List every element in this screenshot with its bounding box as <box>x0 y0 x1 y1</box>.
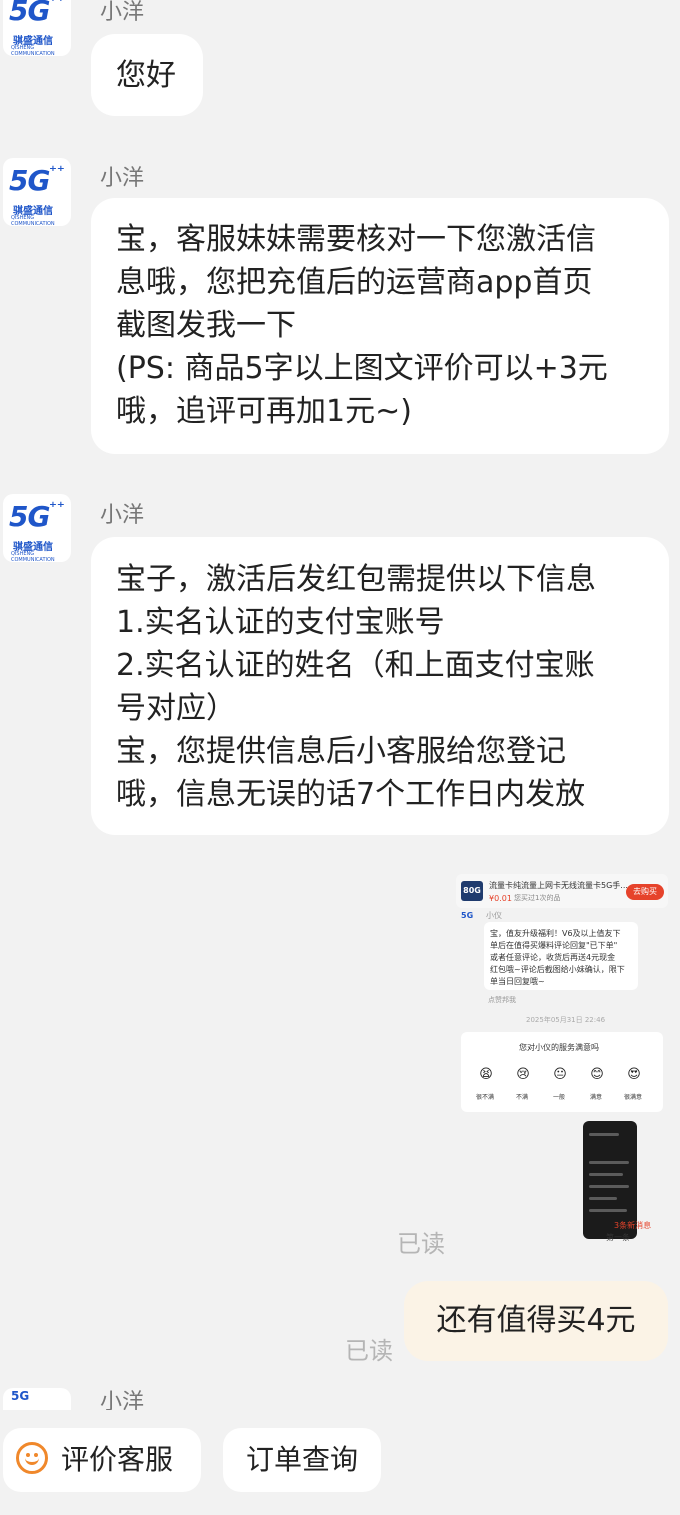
rating-label: 满意 <box>590 1094 603 1101</box>
rate-service-label: 评价客服 <box>61 1443 174 1476</box>
mini-logo: 5G <box>461 911 474 920</box>
agent-message-line: 红包哦~评论后截图给小妹确认，限下 <box>490 965 625 974</box>
timestamp: 2025年05月31日 22:46 <box>526 1016 606 1024</box>
avatar-logo: 5G <box>9 164 50 197</box>
chat-area[interactable]: 5G ⁺⁺ 骐盛通信 QISHENG COMMUNICATION 小洋 您好 5… <box>0 0 680 1410</box>
message-line: 截图发我一下 <box>116 308 296 343</box>
avatar-logo: 5G <box>9 0 50 27</box>
avatar-brand-en: QISHENG COMMUNICATION <box>11 215 55 226</box>
message-line: 息哦，您把充值后的运营商app首页 <box>116 265 593 300</box>
dissatisfied-icon: 😢 <box>516 1067 530 1082</box>
avatar-logo: 5G <box>9 500 50 533</box>
agent-message-card: 宝，值友升级福利！V6及以上值友下 单后在值得买爆料评论回复"已下单" 或者任意… <box>484 922 638 990</box>
agent-avatar[interactable]: 5G ⁺⁺ 骐盛通信 QISHENG COMMUNICATION <box>3 158 71 226</box>
new-messages-badge: 3条新消息 <box>614 1221 652 1230</box>
message-line: 2.实名认证的姓名（和上面支付宝账 <box>116 648 595 683</box>
message-line: 您好 <box>116 58 176 93</box>
message-line: 1.实名认证的支付宝账号 <box>116 605 445 640</box>
my-message-bubble[interactable]: 还有值得买4元 <box>404 1281 668 1361</box>
message-line: 号对应） <box>116 691 236 726</box>
survey-card: 您对小仪的服务满意吗 😫 😢 😐 😊 😍 很不满 不满 一般 满意 很满意 <box>461 1032 663 1112</box>
sender-name: 小洋 <box>100 166 145 191</box>
product-title: 流量卡纯流量上网卡无线流量卡5G手... <box>489 881 628 890</box>
agent-message-line: 单当日回复哦~ <box>490 977 545 986</box>
avatar-brand-en: QISHENG COMMUNICATION <box>11 551 55 562</box>
message-bubble[interactable]: 宝子，激活后发红包需提供以下信息 1.实名认证的支付宝账号 2.实名认证的姓名（… <box>91 537 669 835</box>
message-line: 宝子，激活后发红包需提供以下信息 <box>116 562 596 597</box>
rate-service-button[interactable]: 评价客服 <box>3 1428 201 1492</box>
agent-avatar[interactable]: 5G ⁺⁺ 骐盛通信 QISHENG COMMUNICATION <box>3 0 71 56</box>
agent-message-line: 单后在值得买爆料评论回复"已下单" <box>490 941 618 950</box>
rating-label: 很满意 <box>624 1094 643 1101</box>
agent-avatar[interactable]: 5G <box>3 1388 71 1410</box>
message-line: 宝，客服妹妹需要核对一下您激活信 <box>116 222 596 257</box>
rating-label: 一般 <box>553 1094 566 1101</box>
agent-message-line: 或者任意评论，收货后再送4元现金 <box>490 953 616 962</box>
smile-icon <box>16 1442 48 1474</box>
sender-name: 小洋 <box>100 1390 145 1410</box>
satisfied-icon: 😊 <box>590 1067 604 1082</box>
product-tag: 80G <box>461 881 483 901</box>
avatar-brand-en: QISHENG COMMUNICATION <box>11 45 55 56</box>
like-note: 点赞邦我 <box>488 996 516 1004</box>
agent-avatar[interactable]: 5G ⁺⁺ 骐盛通信 QISHENG COMMUNICATION <box>3 494 71 562</box>
rating-label: 很不满 <box>476 1094 495 1101</box>
very-dissatisfied-icon: 😫 <box>479 1067 493 1082</box>
plus-icon: ⁺⁺ <box>49 162 65 180</box>
buy-button: 去购买 <box>626 884 664 900</box>
avatar-logo: 5G <box>11 1389 30 1403</box>
message-line: 哦，追评可再加1元~) <box>116 394 412 429</box>
rating-label: 不满 <box>516 1094 529 1101</box>
bottom-quick-actions: 评价客服 订单查询 <box>0 1410 680 1515</box>
bought-note: 您买过1次的品 <box>514 894 561 902</box>
product-card: 80G 流量卡纯流量上网卡无线流量卡5G手... ¥0.01 您买过1次的品 去… <box>456 874 668 908</box>
agent-message-line: 宝，值友升级福利！V6及以上值友下 <box>490 929 621 938</box>
agent-name: 小仪 <box>486 911 502 920</box>
read-status: 已读 <box>345 1337 393 1365</box>
plus-icon: ⁺⁺ <box>49 498 65 516</box>
message-bubble[interactable]: 您好 <box>91 34 203 116</box>
survey-title: 您对小仪的服务满意吗 <box>519 1043 599 1052</box>
plus-icon: ⁺⁺ <box>49 0 65 10</box>
sender-name: 小洋 <box>100 503 145 528</box>
order-query-button[interactable]: 订单查询 <box>223 1428 381 1492</box>
message-line: 哦，信息无误的话7个工作日内发放 <box>116 777 586 812</box>
message-bubble[interactable]: 宝，客服妹妹需要核对一下您激活信 息哦，您把充值后的运营商app首页 截图发我一… <box>91 198 669 454</box>
message-line: (PS: 商品5字以上图文评价可以+3元 <box>116 351 608 386</box>
neutral-icon: 😐 <box>553 1067 567 1082</box>
sender-name: 小洋 <box>100 0 145 25</box>
very-satisfied-icon: 😍 <box>627 1067 641 1082</box>
first-message-label: 第一条 <box>606 1233 630 1242</box>
read-status: 已读 <box>397 1230 445 1258</box>
sent-screenshot-image[interactable]: 80G 流量卡纯流量上网卡无线流量卡5G手... ¥0.01 您买过1次的品 去… <box>456 874 668 1254</box>
product-price: ¥0.01 <box>489 894 512 903</box>
message-line: 宝，您提供信息后小客服给您登记 <box>116 734 566 769</box>
